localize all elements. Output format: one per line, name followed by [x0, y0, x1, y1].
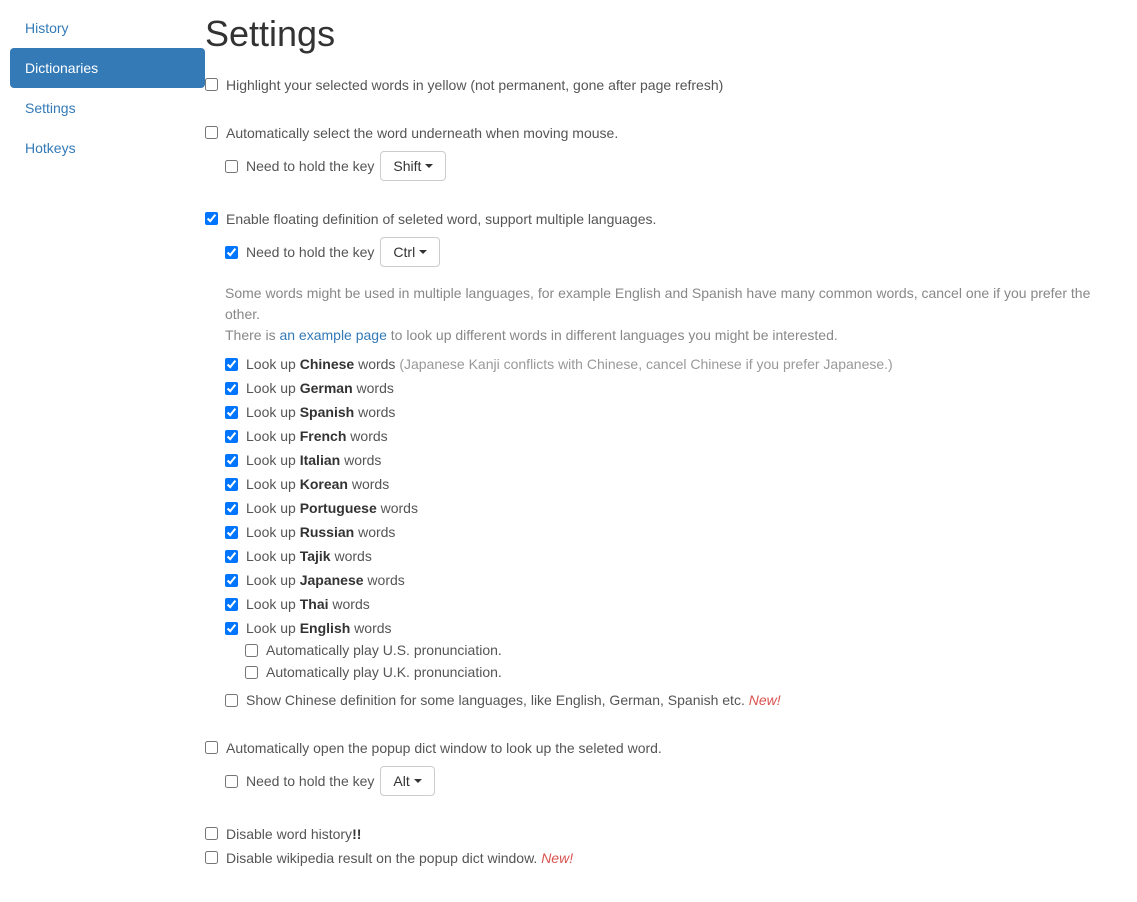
floating-holdkey-label: Need to hold the key	[246, 242, 374, 262]
caret-down-icon	[414, 779, 422, 783]
highlight-label: Highlight your selected words in yellow …	[226, 75, 723, 95]
sidebar-item-history[interactable]: History	[10, 8, 205, 48]
main-content: Settings Highlight your selected words i…	[205, 8, 1137, 902]
chinese-def-checkbox[interactable]	[225, 694, 238, 707]
lang-label-portuguese: Look up Portuguese words	[246, 498, 418, 518]
highlight-checkbox[interactable]	[205, 78, 218, 91]
lang-label-italian: Look up Italian words	[246, 450, 381, 470]
lang-checkbox-chinese[interactable]	[225, 358, 238, 371]
lang-checkbox-english[interactable]	[225, 622, 238, 635]
lang-checkbox-portuguese[interactable]	[225, 502, 238, 515]
lang-checkbox-german[interactable]	[225, 382, 238, 395]
lang-checkbox-russian[interactable]	[225, 526, 238, 539]
lang-checkbox-korean[interactable]	[225, 478, 238, 491]
lang-label-japanese: Look up Japanese words	[246, 570, 405, 590]
caret-down-icon	[419, 250, 427, 254]
lang-checkbox-tajik[interactable]	[225, 550, 238, 563]
autoselect-checkbox[interactable]	[205, 126, 218, 139]
floating-holdkey-dropdown[interactable]: Ctrl	[380, 237, 440, 267]
caret-down-icon	[425, 164, 433, 168]
lang-label-english: Look up English words	[246, 618, 392, 638]
english-sub-label-0: Automatically play U.S. pronunciation.	[266, 640, 502, 660]
autoselect-label: Automatically select the word underneath…	[226, 123, 618, 143]
lang-checkbox-japanese[interactable]	[225, 574, 238, 587]
autopopup-holdkey-label: Need to hold the key	[246, 771, 374, 791]
autopopup-checkbox[interactable]	[205, 741, 218, 754]
english-sub-checkbox-0[interactable]	[245, 644, 258, 657]
autopopup-holdkey-checkbox[interactable]	[225, 775, 238, 788]
floating-holdkey-checkbox[interactable]	[225, 246, 238, 259]
lang-label-chinese: Look up Chinese words (Japanese Kanji co…	[246, 354, 893, 374]
disable-wikipedia-label: Disable wikipedia result on the popup di…	[226, 848, 573, 868]
disable-history-checkbox[interactable]	[205, 827, 218, 840]
lang-checkbox-thai[interactable]	[225, 598, 238, 611]
lang-label-tajik: Look up Tajik words	[246, 546, 372, 566]
floating-checkbox[interactable]	[205, 212, 218, 225]
chinese-def-label: Show Chinese definition for some languag…	[246, 690, 781, 710]
floating-label: Enable floating definition of seleted wo…	[226, 209, 656, 229]
autoselect-holdkey-label: Need to hold the key	[246, 156, 374, 176]
sidebar-nav: HistoryDictionariesSettingsHotkeys	[10, 8, 205, 902]
sidebar-item-hotkeys[interactable]: Hotkeys	[10, 128, 205, 168]
lang-label-german: Look up German words	[246, 378, 394, 398]
lang-checkbox-italian[interactable]	[225, 454, 238, 467]
example-page-link[interactable]: an example page	[279, 327, 386, 343]
english-sub-label-1: Automatically play U.K. pronunciation.	[266, 662, 502, 682]
disable-history-label: Disable word history!!	[226, 824, 361, 844]
autoselect-holdkey-checkbox[interactable]	[225, 160, 238, 173]
disable-wikipedia-checkbox[interactable]	[205, 851, 218, 864]
sidebar-item-dictionaries[interactable]: Dictionaries	[10, 48, 205, 88]
autoselect-holdkey-dropdown[interactable]: Shift	[380, 151, 446, 181]
english-sub-checkbox-1[interactable]	[245, 666, 258, 679]
lang-label-thai: Look up Thai words	[246, 594, 370, 614]
lang-label-french: Look up French words	[246, 426, 388, 446]
autopopup-holdkey-dropdown[interactable]: Alt	[380, 766, 434, 796]
lang-label-spanish: Look up Spanish words	[246, 402, 395, 422]
lang-label-russian: Look up Russian words	[246, 522, 395, 542]
lang-checkbox-spanish[interactable]	[225, 406, 238, 419]
floating-help-text: Some words might be used in multiple lan…	[225, 283, 1129, 346]
page-title: Settings	[205, 8, 1129, 59]
sidebar-item-settings[interactable]: Settings	[10, 88, 205, 128]
lang-label-korean: Look up Korean words	[246, 474, 389, 494]
lang-checkbox-french[interactable]	[225, 430, 238, 443]
autopopup-label: Automatically open the popup dict window…	[226, 738, 662, 758]
